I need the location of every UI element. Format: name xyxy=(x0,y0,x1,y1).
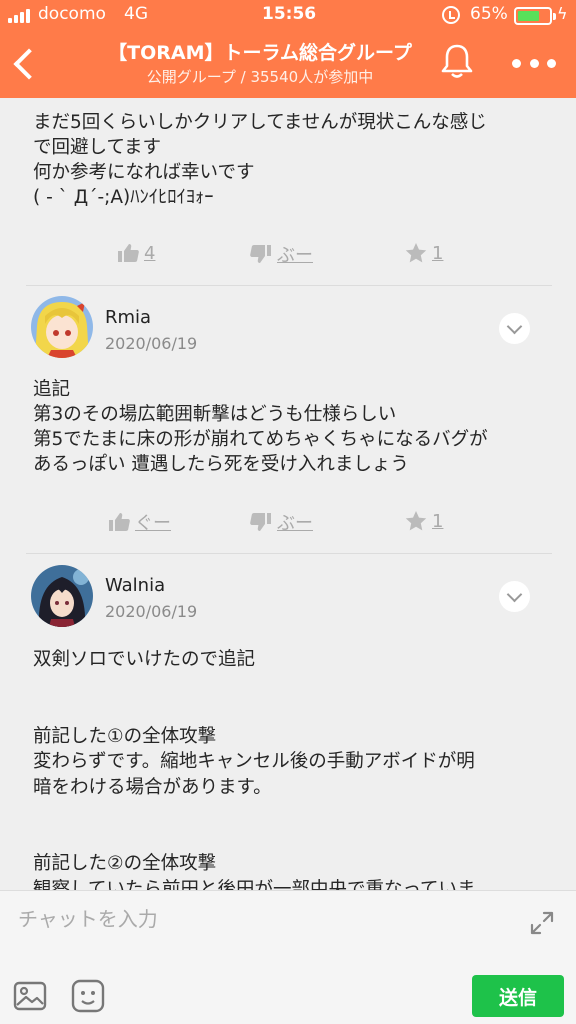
chevron-down-icon[interactable] xyxy=(499,313,530,344)
star-icon xyxy=(405,243,427,263)
like-button[interactable]: ぐー xyxy=(107,509,171,535)
group-title: 【TORAM】トーラム総合グループ xyxy=(108,42,412,64)
back-icon[interactable] xyxy=(10,44,40,84)
thumbs-down-icon xyxy=(250,513,271,531)
post-actions: 4 ぶー 1 xyxy=(0,241,576,271)
star-button[interactable]: 1 xyxy=(404,509,443,533)
battery-percent: 65% xyxy=(470,4,508,24)
clock: 15:56 xyxy=(262,4,317,24)
group-subtitle: 公開グループ / 35540人が参加中 xyxy=(146,68,374,86)
user-name[interactable]: Walnia xyxy=(105,575,165,596)
post-text: 双剣ソロでいけたので追記 前記した①の全体攻撃 変わらずです。縮地キャンセル後の… xyxy=(33,649,476,890)
more-icon[interactable] xyxy=(512,49,556,77)
post-feed[interactable]: まだ5回くらいしかクリアしてませんが現状こんな感じ で回避してます 何か参考にな… xyxy=(0,98,576,890)
image-icon[interactable] xyxy=(12,978,48,1014)
orientation-lock-icon xyxy=(442,6,460,24)
thumbs-down-icon xyxy=(250,245,271,263)
battery-icon xyxy=(514,7,556,25)
chat-input[interactable] xyxy=(18,901,508,937)
star-button[interactable]: 1 xyxy=(404,241,443,265)
like-count: 4 xyxy=(144,242,156,264)
avatar[interactable] xyxy=(31,296,93,358)
star-count: 1 xyxy=(432,510,444,532)
like-label: ぐー xyxy=(135,513,171,534)
status-bar: docomo 4G 15:56 65% ϟ xyxy=(0,0,576,30)
dislike-label: ぶー xyxy=(277,245,313,266)
dislike-button[interactable]: ぶー xyxy=(249,509,313,535)
bell-icon[interactable] xyxy=(439,42,475,80)
post-text: まだ5回くらいしかクリアしてませんが現状こんな感じ で回避してます 何か参考にな… xyxy=(33,112,487,208)
user-name[interactable]: Rmia xyxy=(105,307,151,328)
star-icon xyxy=(405,511,427,531)
thumbs-up-icon xyxy=(118,244,139,262)
post-date: 2020/06/19 xyxy=(105,334,198,353)
signal-icon xyxy=(8,9,30,23)
thumbs-up-icon xyxy=(109,513,130,531)
charging-icon: ϟ xyxy=(557,4,568,23)
chevron-down-icon[interactable] xyxy=(499,581,530,612)
sticker-icon[interactable] xyxy=(70,978,106,1014)
dislike-button[interactable]: ぶー xyxy=(249,241,313,267)
send-button[interactable]: 送信 xyxy=(472,975,564,1017)
divider xyxy=(26,553,552,554)
post-actions: ぐー ぶー 1 xyxy=(0,509,576,539)
post-text: 追記 第3のその場広範囲斬撃はどうも仕様らしい 第5でたまに床の形が崩れてめちゃ… xyxy=(33,379,488,475)
avatar[interactable] xyxy=(31,565,93,627)
carrier-label: docomo xyxy=(38,4,106,24)
header-bar: docomo 4G 15:56 65% ϟ 【TORAM】トーラム総合グループ … xyxy=(0,0,576,98)
dislike-label: ぶー xyxy=(277,513,313,534)
star-count: 1 xyxy=(432,242,444,264)
post-date: 2020/06/19 xyxy=(105,602,198,621)
expand-icon[interactable] xyxy=(527,908,557,938)
divider xyxy=(26,285,552,286)
network-label: 4G xyxy=(124,4,148,24)
like-button[interactable]: 4 xyxy=(116,241,155,265)
